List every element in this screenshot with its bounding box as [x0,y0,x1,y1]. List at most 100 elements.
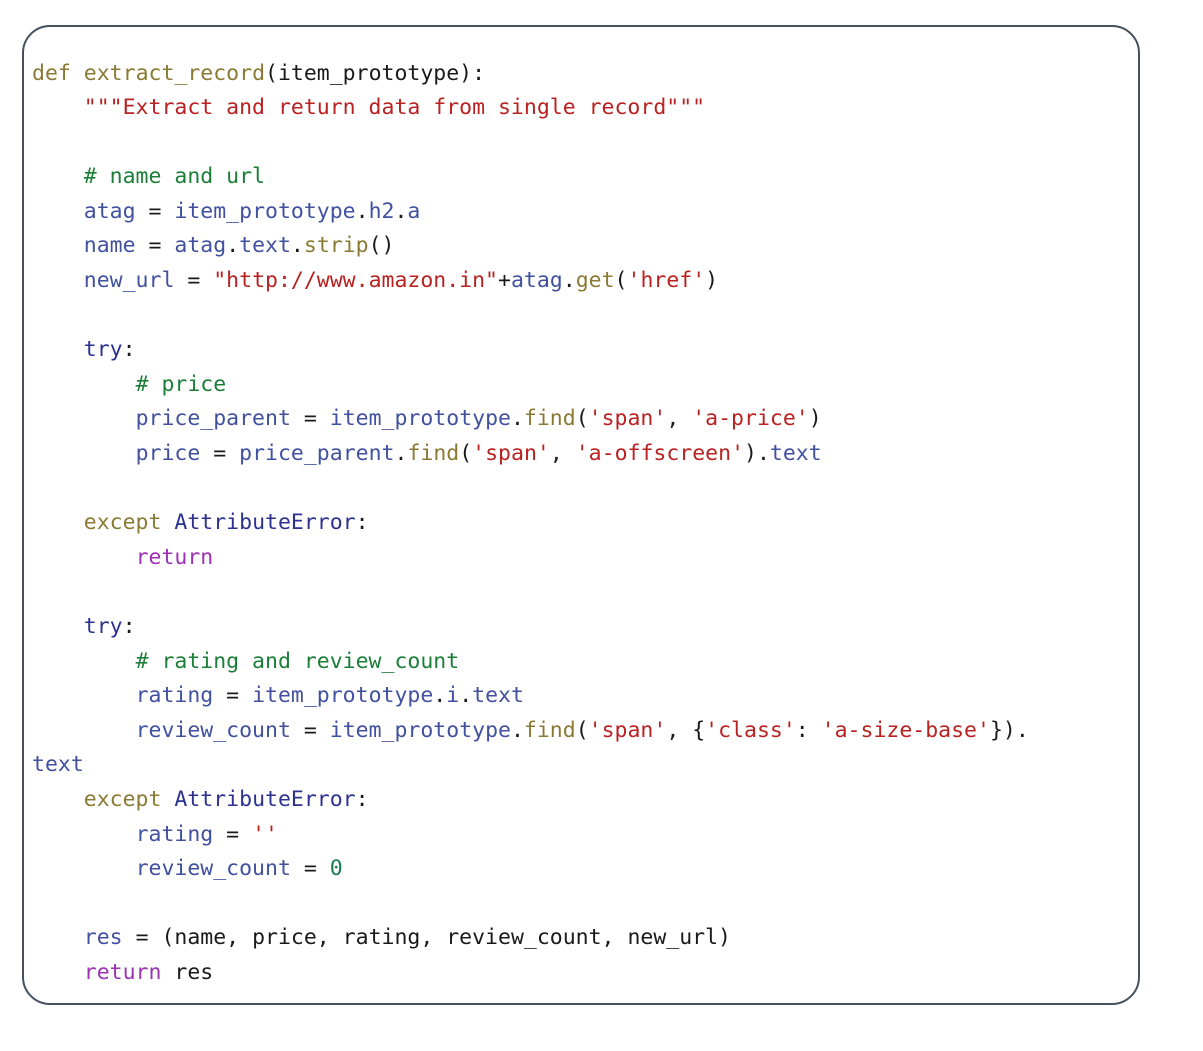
code-line: return res [32,956,1136,991]
code-line: review_count = 0 [32,852,1136,887]
code-token: i [446,683,460,709]
code-token: : [355,786,369,812]
code-line: res = (name, price, rating, review_count… [32,921,1136,956]
code-token: a [407,198,421,224]
code-token: : [122,337,136,363]
code-token: . [290,233,304,259]
code-token: review_count [135,717,291,743]
code-token: price [135,441,201,467]
code-token: review_count [135,856,291,882]
code-token: extract_record [83,60,266,86]
code-token: ( [614,268,628,294]
code-token: rating [135,683,214,709]
code-line: def extract_record(item_prototype): [32,57,1136,92]
code-token: . [562,268,576,294]
code-token: ) [808,406,822,432]
code-token: text [32,752,84,778]
code-token: () [368,233,395,259]
code-token: = [200,441,240,467]
code-line: review_count = item_prototype.find('span… [32,714,1136,749]
code-token: }). [989,717,1029,743]
code-token: res [161,959,214,985]
code-line: atag = item_prototype.h2.a [32,195,1136,230]
code-token: atag [510,268,563,294]
code-line: try: [32,610,1136,645]
code-line: name = atag.text.strip() [32,229,1136,264]
code-token: atag [83,198,136,224]
code-token: h2 [368,198,395,224]
code-line: rating = '' [32,818,1136,853]
code-token: return [83,959,162,985]
code-token: = [135,233,175,259]
code-token: . [459,683,473,709]
code-token: ) [705,268,719,294]
code-token: try [83,337,123,363]
code-token: # price [135,371,227,397]
code-token: + [498,268,511,294]
code-token: , { [666,717,706,743]
code-token: (item_prototype): [265,60,486,86]
code-token: = [290,406,330,432]
code-token: "http://www.amazon.in" [213,268,499,294]
code-token: ). [744,441,770,467]
code-token: '' [252,821,278,847]
code-token: : [122,614,136,639]
code-line: return [32,541,1136,576]
code-token: = [213,821,253,847]
code-token: . [355,198,369,224]
code-token: . [510,717,524,743]
code-token: 'a-size-base' [821,717,990,743]
code-line: except AttributeError: [32,506,1136,541]
code-token: name [83,233,136,259]
code-token: strip [303,233,369,259]
code-token: try [83,614,123,639]
code-token: . [394,198,408,224]
code-token: item_prototype [174,198,356,224]
code-token: item_prototype [329,406,511,432]
code-token: . [226,233,240,259]
code-token: = [290,856,330,882]
code-token: item_prototype [252,683,434,709]
code-token: : [795,717,822,743]
python-source-code[interactable]: def extract_record(item_prototype): """E… [32,57,1136,991]
code-line: """Extract and return data from single r… [32,91,1136,126]
code-token: price_parent [239,441,395,467]
code-token: find [523,717,576,743]
code-token: text [472,683,524,709]
code-token: = [135,198,175,224]
code-token: 'href' [627,268,706,294]
code-line: price_parent = item_prototype.find('span… [32,402,1136,437]
code-token: text [239,233,291,259]
code-token: ( [575,406,589,432]
code-token: rating [135,821,214,847]
code-token: def [32,60,71,86]
code-token: AttributeError [174,510,356,536]
code-line: # name and url [32,160,1136,195]
code-token: find [523,406,576,432]
code-line: price = price_parent.find('span', 'a-off… [32,437,1136,472]
code-line: try: [32,333,1136,368]
code-token: 'a-offscreen' [575,441,745,467]
code-token: = [174,268,214,294]
code-token: . [433,683,447,709]
